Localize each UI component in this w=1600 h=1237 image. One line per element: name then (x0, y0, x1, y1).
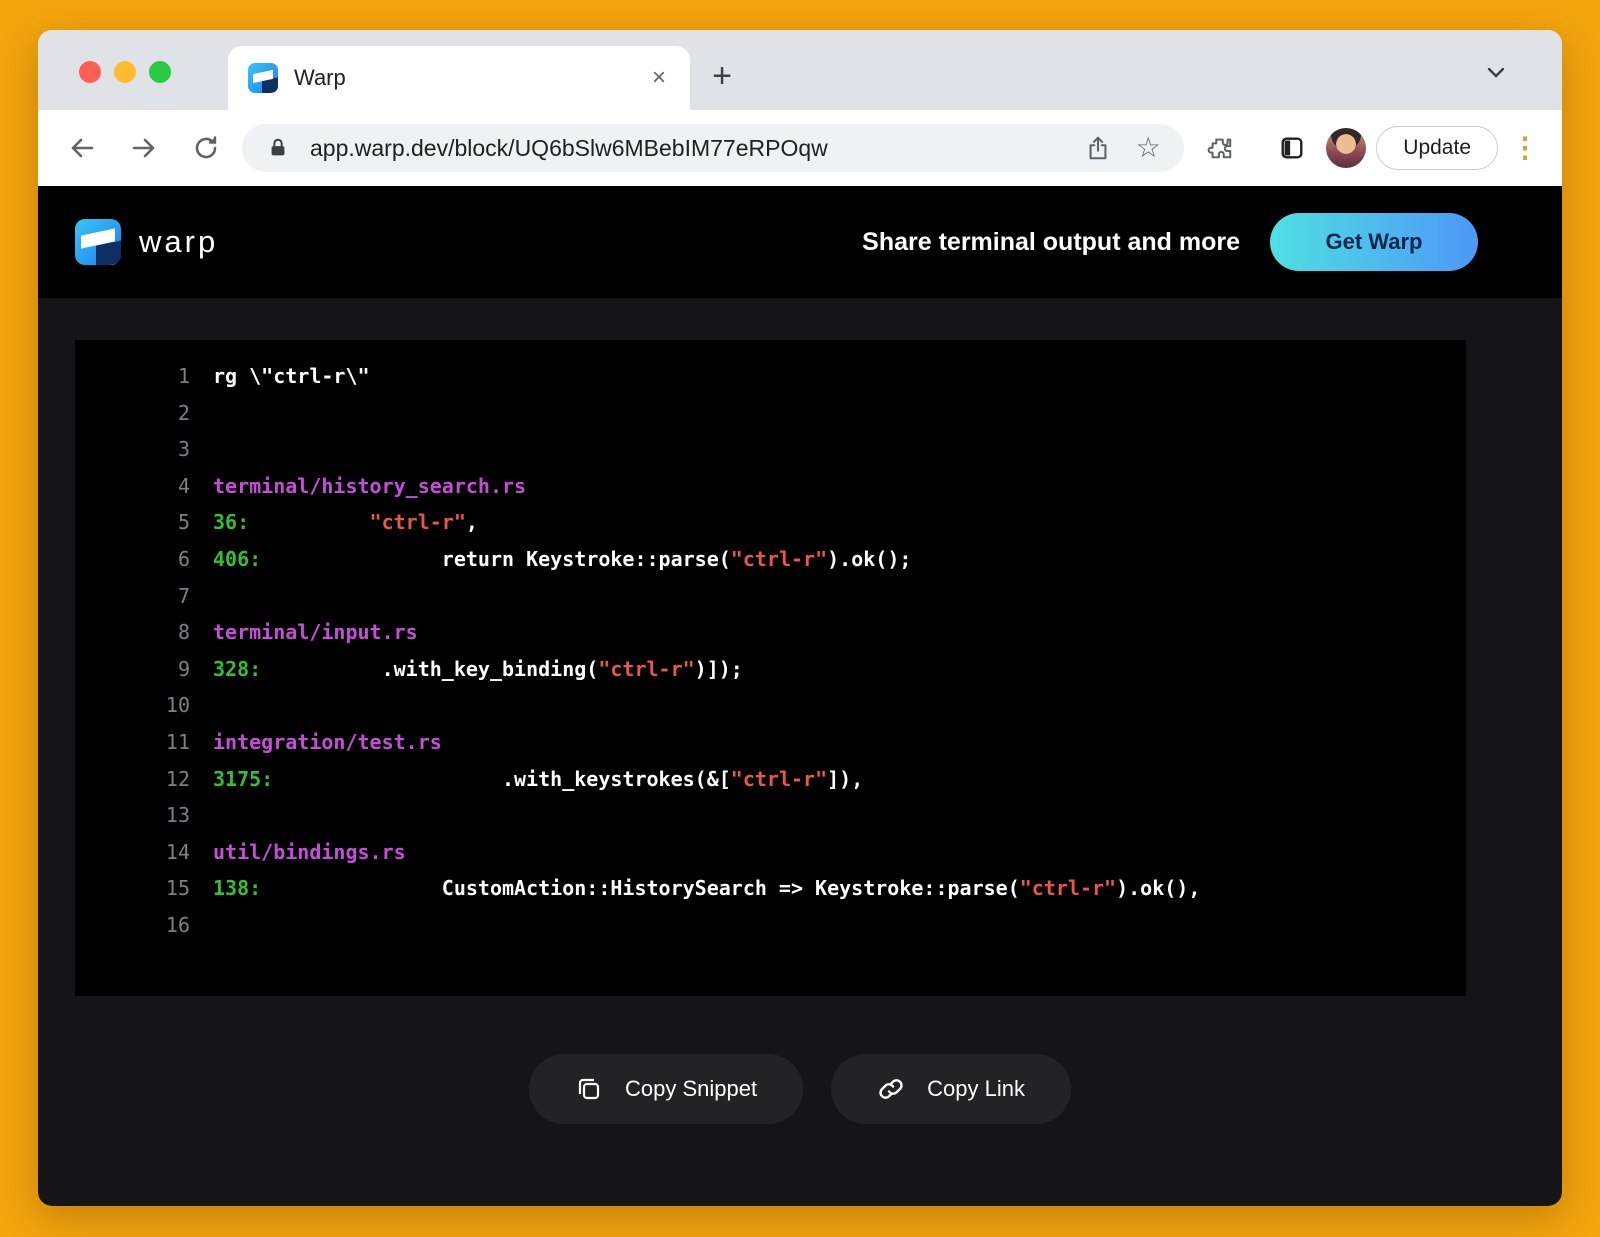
browser-toolbar: app.warp.dev/block/UQ6bSlw6MBebIM77eRPOq… (38, 110, 1562, 186)
copy-snippet-button[interactable]: Copy Snippet (529, 1054, 803, 1124)
warp-logo-icon (75, 219, 121, 265)
window-minimize-button[interactable] (114, 61, 136, 83)
copy-link-label: Copy Link (927, 1076, 1025, 1102)
code-line: 123175: .with_keystrokes(&["ctrl-r"]), (75, 761, 1466, 798)
code-line: 3 (75, 431, 1466, 468)
warp-favicon-icon (248, 63, 278, 93)
code-line: 9328: .with_key_binding("ctrl-r")]); (75, 651, 1466, 688)
code-line: 13 (75, 797, 1466, 834)
code-line: 14util/bindings.rs (75, 834, 1466, 871)
copy-icon (575, 1075, 603, 1103)
code-line: 8terminal/input.rs (75, 614, 1466, 651)
side-panel-icon[interactable] (1268, 124, 1316, 172)
window-controls (79, 61, 171, 83)
link-icon (877, 1075, 905, 1103)
tab-strip: Warp × + (38, 30, 1562, 110)
tab-warp[interactable]: Warp × (228, 46, 690, 110)
new-tab-button[interactable]: + (700, 54, 744, 98)
forward-button[interactable] (120, 124, 168, 172)
code-lines: 1rg \"ctrl-r\"234terminal/history_search… (75, 358, 1466, 944)
code-line: 15138: CustomAction::HistorySearch => Ke… (75, 870, 1466, 907)
browser-menu-kebab-icon[interactable]: ⋮ (1508, 134, 1542, 162)
code-line: 2 (75, 395, 1466, 432)
window-zoom-button[interactable] (149, 61, 171, 83)
code-line: 6406: return Keystroke::parse("ctrl-r").… (75, 541, 1466, 578)
action-buttons: Copy Snippet Copy Link (38, 1054, 1562, 1124)
lock-icon[interactable] (260, 130, 296, 166)
bookmark-star-icon[interactable]: ☆ (1130, 130, 1166, 166)
warp-wordmark: warp (139, 224, 218, 260)
window-close-button[interactable] (79, 61, 101, 83)
page-tagline: Share terminal output and more (862, 228, 1240, 257)
share-icon[interactable] (1080, 130, 1116, 166)
code-line: 7 (75, 578, 1466, 615)
code-line: 16 (75, 907, 1466, 944)
extensions-puzzle-icon[interactable] (1196, 124, 1244, 172)
tab-search-chevron-icon[interactable] (1484, 60, 1508, 84)
reload-button[interactable] (182, 124, 230, 172)
code-line: 11integration/test.rs (75, 724, 1466, 761)
warp-page: warp Share terminal output and more Get … (38, 186, 1562, 1206)
address-bar[interactable]: app.warp.dev/block/UQ6bSlw6MBebIM77eRPOq… (242, 124, 1184, 172)
code-line: 1rg \"ctrl-r\" (75, 358, 1466, 395)
code-line: 4terminal/history_search.rs (75, 468, 1466, 505)
get-warp-button[interactable]: Get Warp (1270, 213, 1478, 271)
copy-snippet-label: Copy Snippet (625, 1076, 757, 1102)
back-button[interactable] (58, 124, 106, 172)
profile-avatar[interactable] (1326, 128, 1366, 168)
copy-link-button[interactable]: Copy Link (831, 1054, 1071, 1124)
tab-close-icon[interactable]: × (648, 62, 670, 94)
browser-window: Warp × + app.warp.dev/block/UQ6bSlw6MBeb… (38, 30, 1562, 1206)
warp-logo[interactable]: warp (75, 219, 218, 265)
code-line: 536: "ctrl-r", (75, 504, 1466, 541)
tab-title: Warp (294, 65, 648, 91)
terminal-output-block: 1rg \"ctrl-r\"234terminal/history_search… (75, 340, 1466, 996)
code-line: 10 (75, 687, 1466, 724)
toolbar-right-cluster: Update ⋮ (1196, 124, 1542, 172)
url-text[interactable]: app.warp.dev/block/UQ6bSlw6MBebIM77eRPOq… (310, 135, 1066, 162)
update-button[interactable]: Update (1376, 126, 1498, 170)
page-header: warp Share terminal output and more Get … (38, 186, 1562, 298)
